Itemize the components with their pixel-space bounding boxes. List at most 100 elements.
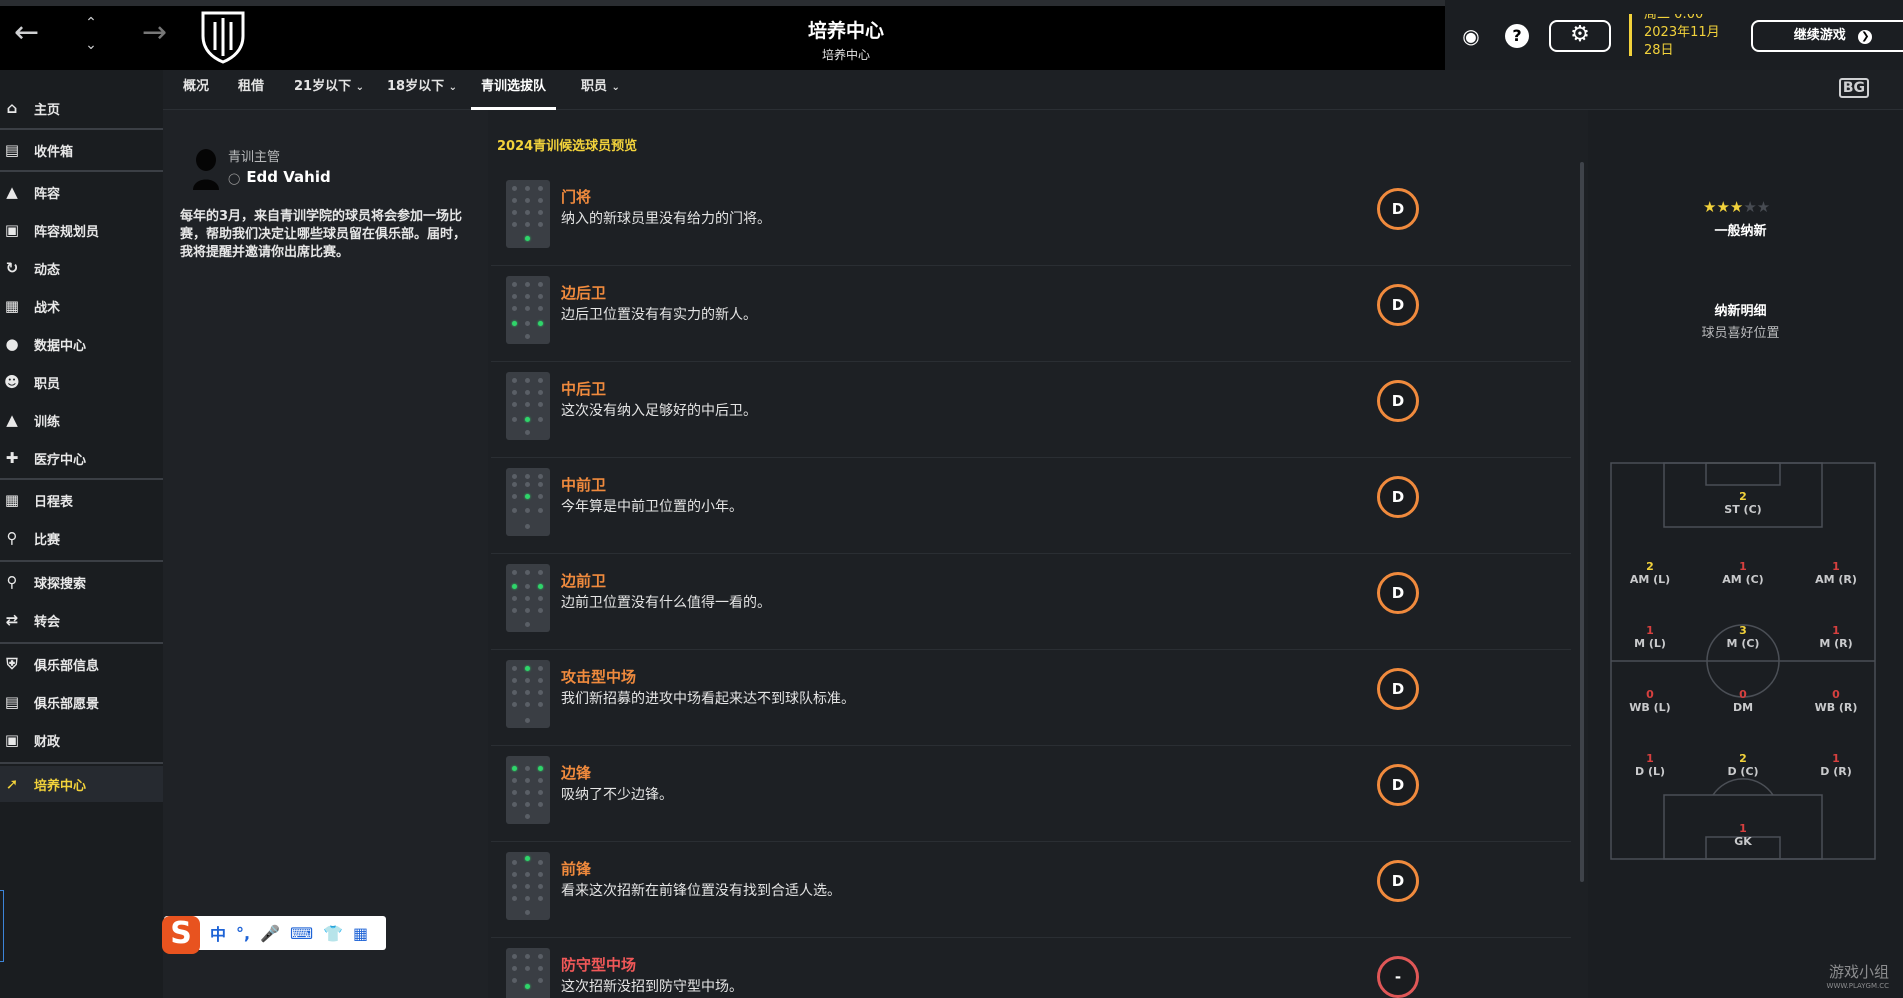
pitch-pos-dc[interactable]: 2D (C) [1713,752,1773,778]
tab-loans[interactable]: 租借 [238,70,264,110]
sidebar-item-club-info[interactable]: ⛨ 俱乐部信息 [0,646,163,682]
list-item-defensive-midfielder[interactable]: 防守型中场 这次招新没招到防守型中场。 - [491,938,1571,998]
background-toggle-icon[interactable]: BG [1838,78,1869,98]
date-day: 28日 [1644,43,1674,56]
sidebar-item-label: 比赛 [34,532,61,548]
edge-tab[interactable] [0,890,4,962]
sidebar-item-medical[interactable]: ✚ 医疗中心 [0,440,163,476]
staff-icon: ☻ [4,373,20,391]
sidebar-item-scouting[interactable]: ⚲ 球探搜索 [0,564,163,600]
help-icon[interactable]: ? [1505,24,1529,48]
lock-icon: ◯ [228,172,241,185]
pitch-pos-aml[interactable]: 2 AM (L) [1620,560,1680,586]
grade-badge: D [1377,860,1419,902]
staff-name: Edd Vahid [246,168,331,186]
pos-count: 0 [1832,688,1840,701]
pos-label: AM (C) [1722,573,1764,586]
sidebar-item-label: 培养中心 [34,778,87,794]
pitch-pos-dr[interactable]: 1D (R) [1806,752,1866,778]
list-item-wide-midfielder[interactable]: 边前卫 边前卫位置没有什么值得一看的。 D [491,554,1571,650]
sidebar-item-schedule[interactable]: ▦ 日程表 [0,482,163,518]
position-description: 这次没有纳入足够好的中后卫。 [561,403,757,419]
list-item-central-midfielder[interactable]: 中前卫 今年算是中前卫位置的小年。 D [491,458,1571,554]
pitch-pos-mc[interactable]: 3M (C) [1713,624,1773,650]
list-item-striker[interactable]: 前锋 看来这次招新在前锋位置没有找到合适人选。 D [491,842,1571,938]
pitch-pos-amc[interactable]: 1 AM (C) [1713,560,1773,586]
ime-punctuation[interactable]: °, [236,924,250,943]
sidebar-item-competitions[interactable]: ⚲ 比赛 [0,520,163,556]
list-item-full-back[interactable]: 边后卫 边后卫位置没有有实力的新人。 D [491,266,1571,362]
list-scrollbar[interactable] [1580,162,1584,882]
search-icon: ⚲ [6,573,18,591]
history-arrows[interactable]: ⌃ ⌄ [80,12,102,56]
globe-icon[interactable]: ◉ [1459,24,1483,48]
tab-under-18[interactable]: 18岁以下 ⌄ [387,70,457,110]
sidebar-item-club-vision[interactable]: ▤ 俱乐部愿景 [0,684,163,720]
ime-toolbar[interactable]: S 中 °, 🎤 ⌨ 👕 ▦ [162,916,386,954]
tab-youth-intake[interactable]: 青训选拔队 [471,70,557,110]
pos-count: 2 [1646,560,1654,573]
sidebar-divider [0,170,163,172]
microphone-icon[interactable]: 🎤 [260,924,280,943]
chevron-down-icon[interactable]: ⌄ [80,34,102,56]
shirt-icon: ▲ [6,183,18,201]
sidebar-item-squad[interactable]: ▲ 阵容 [0,174,163,210]
sidebar-item-inbox[interactable]: ▤ 收件箱 [0,132,163,168]
pos-label: GK [1734,835,1752,848]
grade-badge: - [1377,956,1419,998]
sidebar-item-label: 主页 [34,102,61,118]
tab-staff[interactable]: 职员 ⌄ [581,70,620,110]
sidebar-item-data-hub[interactable]: ● 数据中心 [0,326,163,362]
tab-under-21[interactable]: 21岁以下 ⌄ [294,70,364,110]
position-map-icon [506,468,550,536]
sidebar-item-dynamics[interactable]: ↻ 动态 [0,250,163,286]
pitch-pos-gk[interactable]: 1 GK [1713,822,1773,848]
sidebar-item-transfers[interactable]: ⇄ 转会 [0,602,163,638]
back-arrow-icon[interactable]: ← [14,18,39,48]
list-item-winger[interactable]: 边锋 吸纳了不少边锋。 D [491,746,1571,842]
tab-overview[interactable]: 概况 [183,70,209,110]
toolbox-icon[interactable]: ▦ [353,924,368,943]
chevron-up-icon[interactable]: ⌃ [80,12,102,34]
skin-icon[interactable]: 👕 [323,924,343,943]
sidebar-item-tactics[interactable]: ▦ 战术 [0,288,163,324]
home-icon: ⌂ [6,99,18,117]
vision-icon: ▤ [4,693,20,711]
staff-name-row[interactable]: ◯ Edd Vahid [228,168,331,186]
pitch-pos-amr[interactable]: 1 AM (R) [1806,560,1866,586]
settings-button[interactable]: ⚙ [1549,20,1611,52]
pos-label: DM [1732,701,1754,714]
sidebar-item-label: 战术 [34,300,61,316]
pitch-pos-ml[interactable]: 1M (L) [1620,624,1680,650]
forward-arrow-icon[interactable]: → [142,18,167,48]
club-crest-icon[interactable] [200,10,246,64]
ime-chinese-mode[interactable]: 中 [210,921,226,945]
keyboard-icon[interactable]: ⌨ [290,924,313,943]
sidebar-item-finances[interactable]: ▣ 财政 [0,722,163,758]
sidebar-item-squad-planner[interactable]: ▣ 阵容规划员 [0,212,163,248]
top-right-controls: ◉ ? ⚙ 周二 0:00 2023年11月 28日 继续游戏 ❯ [1445,0,1903,70]
list-item-attacking-midfielder[interactable]: 攻击型中场 我们新招募的进攻中场看起来达不到球队标准。 D [491,650,1571,746]
sidebar-item-home[interactable]: ⌂ 主页 [0,90,163,126]
pitch-pos-wbr[interactable]: 0 WB (R) [1806,688,1866,714]
avatar[interactable] [191,148,221,190]
position-description: 这次招新没招到防守型中场。 [561,979,743,995]
pitch-pos-dl[interactable]: 1D (L) [1620,752,1680,778]
sidebar-item-label: 职员 [34,376,61,392]
chevron-down-icon: ⌄ [355,82,365,93]
sidebar-item-staff[interactable]: ☻ 职员 [0,364,163,400]
game-date: 周二 0:00 2023年11月 28日 [1629,14,1720,56]
sidebar-item-development-centre[interactable]: ➚ 培养中心 [0,766,163,802]
ime-logo-icon[interactable]: S [162,916,200,954]
pitch-pos-dm[interactable]: 0 DM [1713,688,1773,714]
pitch-pos-mr[interactable]: 1M (R) [1806,624,1866,650]
position-name: 中前卫 [561,476,607,494]
sidebar-item-training[interactable]: ▲ 训练 [0,402,163,438]
intake-rating-stars: ★★★★★ [1703,198,1770,216]
continue-game-button[interactable]: 继续游戏 ❯ [1751,20,1903,52]
pitch-pos-wbl[interactable]: 0 WB (L) [1620,688,1680,714]
list-item-goalkeeper[interactable]: 门将 纳入的新球员里没有给力的门将。 D [491,170,1571,266]
list-item-centre-back[interactable]: 中后卫 这次没有纳入足够好的中后卫。 D [491,362,1571,458]
chevron-down-icon: ⌄ [448,82,458,93]
pitch-pos-st[interactable]: 2 ST (C) [1713,490,1773,516]
